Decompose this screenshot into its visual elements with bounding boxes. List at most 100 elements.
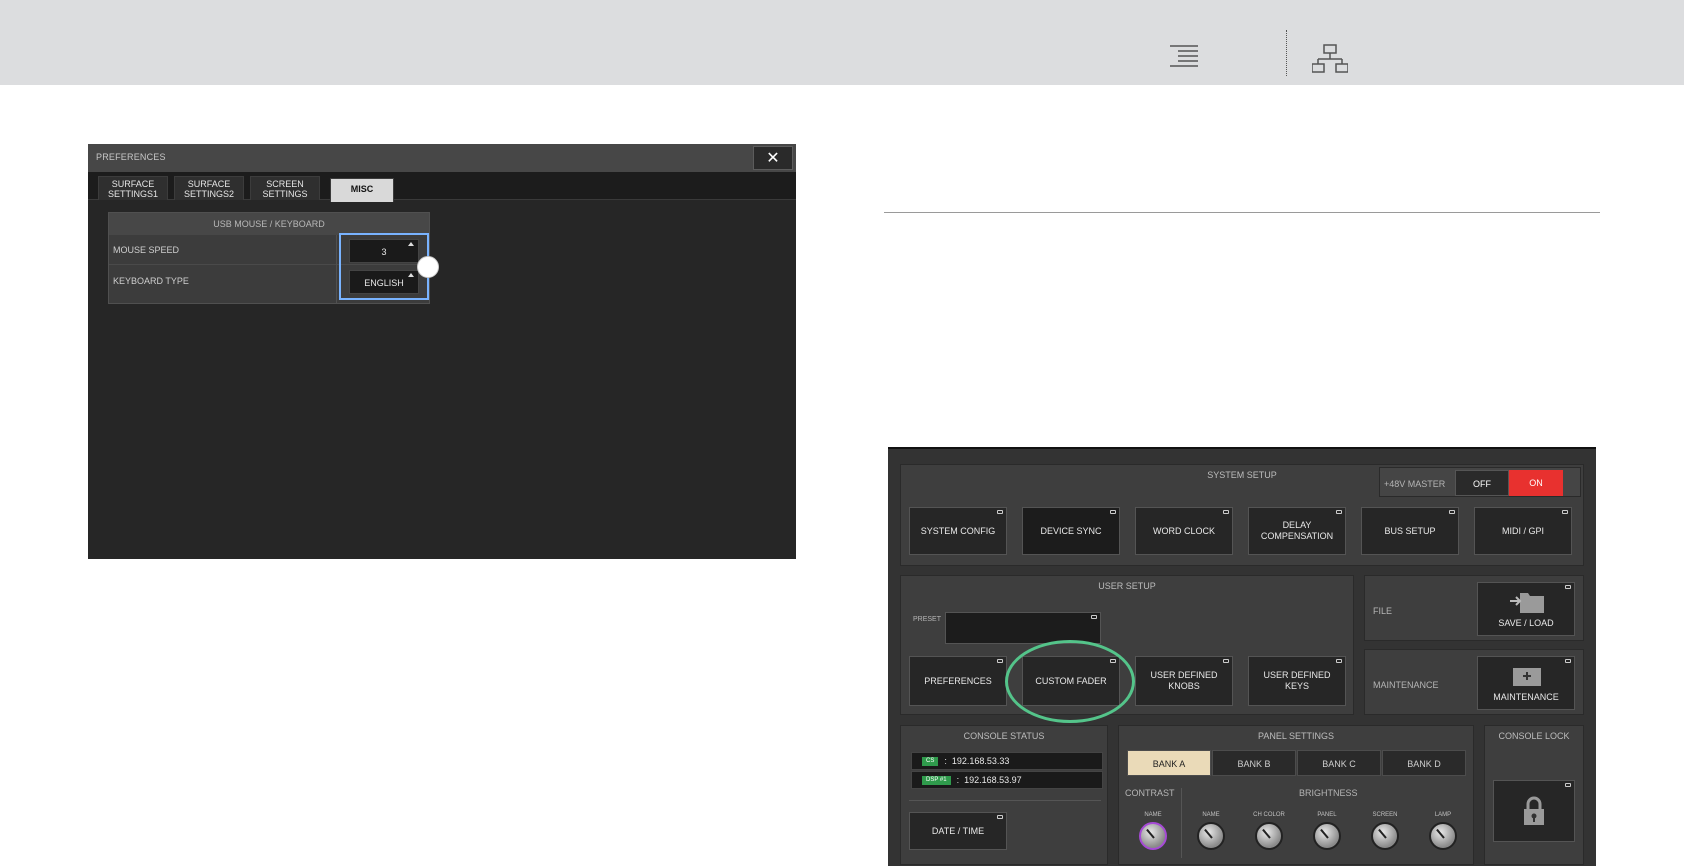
delay-compensation-button[interactable]: DELAY COMPENSATION (1248, 507, 1346, 555)
popup-indicator-icon (997, 815, 1003, 819)
popup-indicator-icon (1223, 659, 1229, 663)
popup-indicator-icon (1091, 615, 1097, 619)
dsp-chip: DSP #1 (922, 776, 951, 786)
date-time-button[interactable]: DATE / TIME (909, 812, 1007, 850)
maintenance-button[interactable]: MAINTENANCE (1477, 656, 1575, 710)
horizontal-rule (884, 212, 1600, 213)
device-sync-button[interactable]: DEVICE SYNC (1022, 507, 1120, 555)
dsp-ip-row: DSP #1: 192.168.53.97 (911, 771, 1103, 789)
user-defined-keys-button[interactable]: USER DEFINED KEYS (1248, 656, 1346, 706)
cs-ip-value: 192.168.53.33 (951, 756, 1010, 766)
phantom-on-button[interactable]: ON (1509, 470, 1563, 496)
tab-misc[interactable]: MISC (330, 178, 394, 202)
brightness-label: BRIGHTNESS (1299, 788, 1358, 798)
tab-surface-settings2[interactable]: SURFACE SETTINGS2 (174, 176, 244, 200)
preferences-button-label: PREFERENCES (924, 675, 992, 686)
align-right-lines-icon[interactable] (1168, 44, 1200, 72)
panel-knob-label: PANEL (1317, 812, 1337, 818)
cs-ip-row: CS: 192.168.53.33 (911, 752, 1103, 770)
contrast-label: CONTRAST (1125, 788, 1175, 798)
bus-setup-button[interactable]: BUS SETUP (1361, 507, 1459, 555)
popup-indicator-icon (1110, 510, 1116, 514)
lock-icon (1524, 796, 1544, 825)
usb-panel-title: USB MOUSE / KEYBOARD (109, 213, 429, 235)
console-lock-title: CONSOLE LOCK (1498, 731, 1570, 741)
sitemap-icon[interactable] (1312, 44, 1348, 74)
keyboard-type-label: KEYBOARD TYPE (113, 276, 189, 286)
phantom-master-label: +48V MASTER (1384, 479, 1446, 489)
toolbox-icon (1513, 668, 1541, 686)
save-load-button[interactable]: SAVE / LOAD (1477, 582, 1575, 636)
save-load-label: SAVE / LOAD (1498, 618, 1554, 628)
cs-chip: CS (922, 757, 939, 767)
brightness-name-knob-label: NAME (1202, 812, 1220, 818)
toolbar-divider (1286, 30, 1287, 76)
preferences-tabs: SURFACE SETTINGS1 SURFACE SETTINGS2 SCRE… (88, 172, 796, 200)
maintenance-section: MAINTENANCE MAINTENANCE (1364, 649, 1584, 715)
delay-compensation-label: DELAY COMPENSATION (1260, 520, 1334, 541)
ip-separator: : (944, 756, 947, 766)
bank-a-button[interactable]: BANK A (1127, 750, 1211, 776)
midi-gpi-button[interactable]: MIDI / GPI (1474, 507, 1572, 555)
date-time-label: DATE / TIME (931, 825, 985, 836)
console-status-title: CONSOLE STATUS (963, 731, 1045, 741)
midi-gpi-label: MIDI / GPI (1501, 525, 1544, 536)
screen-knob-label: SCREEN (1372, 812, 1398, 818)
dsp-ip-value: 192.168.53.97 (964, 775, 1022, 785)
tab-surface-settings1[interactable]: SURFACE SETTINGS1 (98, 176, 168, 200)
system-setup-section: SYSTEM SETUP +48V MASTER OFF ON SYSTEM C… (900, 464, 1584, 566)
brightness-name-knob[interactable] (1197, 822, 1225, 850)
popup-indicator-icon (1562, 510, 1568, 514)
user-defined-knobs-button[interactable]: USER DEFINED KNOBS (1135, 656, 1233, 706)
lamp-knob-label: LAMP (1434, 812, 1452, 818)
panel-settings-section: PANEL SETTINGS BANK A BANK B BANK C BANK… (1118, 725, 1474, 865)
popup-indicator-icon (1565, 783, 1571, 787)
file-section: FILE SAVE / LOAD (1364, 575, 1584, 641)
bank-d-button[interactable]: BANK D (1382, 750, 1466, 776)
contrast-name-knob-label: NAME (1144, 812, 1162, 818)
preset-label: PRESET (913, 616, 942, 623)
lamp-knob[interactable] (1429, 822, 1457, 850)
bus-setup-label: BUS SETUP (1384, 525, 1436, 536)
user-defined-keys-label: USER DEFINED KEYS (1263, 670, 1331, 691)
maintenance-button-label: MAINTENANCE (1493, 692, 1559, 702)
preferences-title: PREFERENCES (96, 152, 166, 162)
ch-color-knob[interactable] (1255, 822, 1283, 850)
word-clock-button[interactable]: WORD CLOCK (1135, 507, 1233, 555)
preferences-button[interactable]: PREFERENCES (909, 656, 1007, 706)
popup-indicator-icon (997, 659, 1003, 663)
popup-indicator-icon (1565, 585, 1571, 589)
file-label: FILE (1373, 606, 1393, 616)
maintenance-label: MAINTENANCE (1373, 680, 1439, 690)
popup-indicator-icon (1565, 659, 1571, 663)
contrast-name-knob[interactable] (1139, 822, 1167, 850)
popup-indicator-icon (1336, 510, 1342, 514)
divider (1181, 788, 1182, 858)
callout-marker (417, 256, 439, 278)
preset-field[interactable] (945, 612, 1101, 644)
system-config-label: SYSTEM CONFIG (920, 525, 996, 536)
word-clock-label: WORD CLOCK (1152, 525, 1215, 536)
popup-indicator-icon (1223, 510, 1229, 514)
tab-screen-settings[interactable]: SCREEN SETTINGS (250, 176, 320, 200)
phantom-off-button[interactable]: OFF (1455, 470, 1509, 496)
dropdown-highlight-box (339, 233, 429, 300)
system-config-button[interactable]: SYSTEM CONFIG (909, 507, 1007, 555)
panel-settings-title: PANEL SETTINGS (1257, 731, 1335, 741)
preferences-title-bar: PREFERENCES ✕ (88, 144, 796, 172)
console-lock-section: CONSOLE LOCK (1484, 725, 1584, 865)
ip-separator: : (956, 775, 960, 785)
close-button[interactable]: ✕ (753, 146, 793, 170)
row-divider (336, 235, 337, 303)
bank-c-button[interactable]: BANK C (1297, 750, 1381, 776)
console-lock-button[interactable] (1493, 780, 1575, 842)
popup-indicator-icon (1336, 659, 1342, 663)
device-sync-label: DEVICE SYNC (1040, 525, 1102, 536)
screen-knob[interactable] (1371, 822, 1399, 850)
user-defined-knobs-label: USER DEFINED KNOBS (1150, 670, 1218, 691)
console-status-section: CONSOLE STATUS CS: 192.168.53.33 DSP #1:… (900, 725, 1108, 865)
bank-b-button[interactable]: BANK B (1212, 750, 1296, 776)
top-bar (0, 0, 1684, 85)
panel-knob[interactable] (1313, 822, 1341, 850)
divider (909, 800, 1101, 801)
